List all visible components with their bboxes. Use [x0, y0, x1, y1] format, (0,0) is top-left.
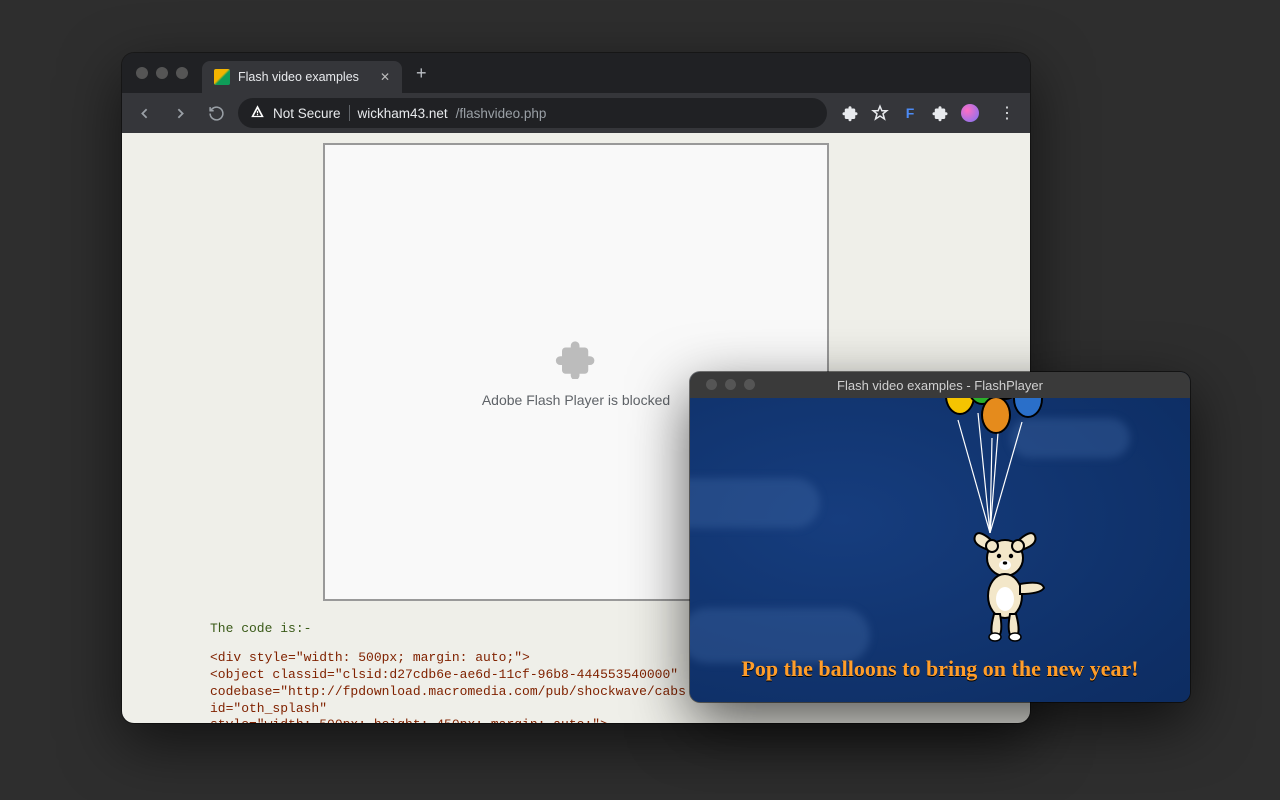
- addrbar-divider: [349, 105, 350, 121]
- tab-title: Flash video examples: [238, 70, 359, 84]
- nav-back-button[interactable]: [130, 99, 158, 127]
- window-controls: [130, 67, 196, 79]
- extension-puzzle-icon[interactable]: [841, 104, 859, 122]
- code-line: id="oth_splash": [210, 701, 1010, 718]
- code-line: style="width: 500px; height: 450px; marg…: [210, 717, 1010, 723]
- flashplayer-window: Flash video examples - FlashPlayer: [690, 372, 1190, 702]
- flashplayer-window-controls: [700, 379, 763, 390]
- tab-strip: Flash video examples ✕ +: [122, 53, 1030, 93]
- close-window-button[interactable]: [136, 67, 148, 79]
- minimize-window-button[interactable]: [156, 67, 168, 79]
- flashplayer-title: Flash video examples - FlashPlayer: [837, 378, 1043, 393]
- maximize-window-button[interactable]: [744, 379, 755, 390]
- bookmark-star-icon[interactable]: [871, 104, 889, 122]
- puzzle-piece-icon: [555, 337, 597, 379]
- scene-caption: Pop the balloons to bring on the new yea…: [690, 656, 1190, 682]
- address-bar[interactable]: Not Secure wickham43.net/flashvideo.php: [238, 98, 827, 128]
- tab-close-button[interactable]: ✕: [380, 70, 390, 84]
- extension-icons: F: [835, 104, 985, 122]
- tab-favicon: [214, 69, 230, 85]
- extensions-menu-icon[interactable]: [931, 104, 949, 122]
- teddy-bear: [960, 524, 1050, 649]
- minimize-window-button[interactable]: [725, 379, 736, 390]
- url-path: /flashvideo.php: [456, 106, 547, 121]
- cloud-shape: [690, 608, 870, 663]
- maximize-window-button[interactable]: [176, 67, 188, 79]
- reload-button[interactable]: [202, 99, 230, 127]
- browser-menu-button[interactable]: ⋮: [993, 103, 1022, 123]
- flash-blocked-message: Adobe Flash Player is blocked: [482, 392, 670, 408]
- nav-forward-button[interactable]: [166, 99, 194, 127]
- profile-avatar[interactable]: [961, 104, 979, 122]
- browser-tab[interactable]: Flash video examples ✕: [202, 61, 402, 93]
- flashplayer-titlebar[interactable]: Flash video examples - FlashPlayer: [690, 372, 1190, 398]
- close-window-button[interactable]: [706, 379, 717, 390]
- not-secure-icon: [250, 104, 265, 122]
- new-tab-button[interactable]: +: [408, 63, 435, 84]
- flash-scene[interactable]: Pop the balloons to bring on the new yea…: [690, 398, 1190, 702]
- browser-toolbar: Not Secure wickham43.net/flashvideo.php …: [122, 93, 1030, 133]
- extension-flash-icon[interactable]: F: [901, 104, 919, 122]
- url-host: wickham43.net: [358, 106, 448, 121]
- security-label: Not Secure: [273, 106, 341, 121]
- cloud-shape: [690, 478, 820, 528]
